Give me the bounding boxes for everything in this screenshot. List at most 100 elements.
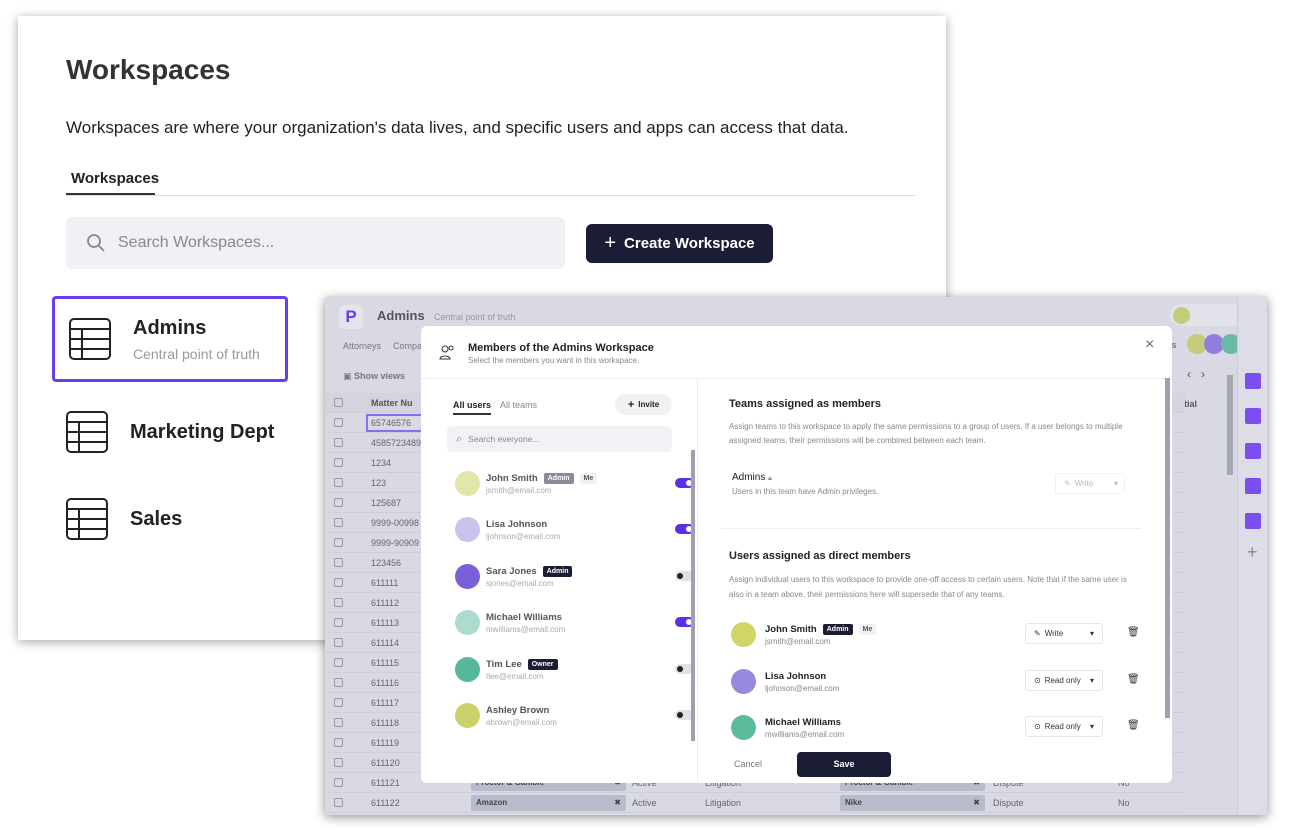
matter-number-cell[interactable]: 123456 <box>366 554 428 572</box>
nav-companies[interactable]: Compa <box>393 341 422 351</box>
document-icon[interactable] <box>1245 478 1261 494</box>
checkbox[interactable] <box>334 698 343 707</box>
checkbox[interactable] <box>334 558 343 567</box>
checkbox[interactable] <box>334 418 343 427</box>
create-workspace-button[interactable]: + Create Workspace <box>586 224 773 263</box>
avatar <box>1173 307 1190 324</box>
matter-number-cell[interactable]: 611117 <box>366 694 428 712</box>
checkbox[interactable] <box>334 598 343 607</box>
permission-dropdown[interactable]: ✎ Write ▾ <box>1025 623 1103 644</box>
matter-number-cell[interactable]: 611122 <box>366 794 428 812</box>
create-workspace-label: Create Workspace <box>624 235 755 252</box>
page-title: Workspaces <box>66 54 231 85</box>
checkbox[interactable] <box>334 738 343 747</box>
lock-icon: 🔒︎ <box>768 475 772 482</box>
permission-dropdown[interactable]: ⊙ Read only ▾ <box>1025 716 1103 737</box>
user-email: mwilliams@email.com <box>486 625 566 635</box>
matter-number-cell[interactable]: 611119 <box>366 734 428 752</box>
add-icon[interactable]: + <box>1247 542 1258 563</box>
pagination-arrows[interactable]: ‹ › <box>1187 367 1205 381</box>
team-permission-dropdown[interactable]: ✎ Write ▾ <box>1055 473 1125 494</box>
checkbox[interactable] <box>334 658 343 667</box>
dashboard-icon[interactable] <box>1245 408 1261 424</box>
search-placeholder: Search Workspaces... <box>118 234 275 251</box>
checkbox[interactable] <box>334 458 343 467</box>
user-email: abrown@email.com <box>486 718 557 727</box>
checkbox[interactable] <box>334 578 343 587</box>
avatar <box>731 668 756 694</box>
matter-number-cell[interactable]: 611111 <box>366 574 428 592</box>
page-description: Workspaces are where your organization's… <box>66 118 849 137</box>
remove-icon[interactable]: ✖ <box>614 798 621 807</box>
matter-number-cell[interactable]: 125687 <box>366 494 428 512</box>
app-workspace-name: Admins <box>377 308 425 323</box>
tab-all-teams[interactable]: All teams <box>500 400 537 410</box>
matter-number-cell[interactable]: 611114 <box>366 634 428 652</box>
presentation-icon[interactable] <box>1245 513 1261 529</box>
tab-workspaces[interactable]: Workspaces <box>71 170 159 187</box>
team-name: Admins <box>732 472 766 483</box>
matter-number-cell[interactable]: 611115 <box>366 654 428 672</box>
matter-number-cell[interactable]: 611112 <box>366 594 428 612</box>
workspace-item-sales[interactable]: Sales <box>52 476 288 562</box>
checkbox[interactable] <box>334 478 343 487</box>
workspace-name: Sales <box>130 507 183 530</box>
checkbox[interactable] <box>334 718 343 727</box>
pencil-icon: ✎ <box>1034 629 1041 638</box>
user-email: sjones@email.com <box>486 578 554 588</box>
cancel-button[interactable]: Cancel <box>734 759 762 769</box>
save-button[interactable]: Save <box>797 752 891 777</box>
table-scrollbar[interactable] <box>1227 375 1233 475</box>
matter-number-cell[interactable]: 611113 <box>366 614 428 632</box>
panel-divider <box>697 378 698 783</box>
show-views-button[interactable]: ▣ Show views <box>343 371 405 382</box>
chip-icon[interactable] <box>1245 443 1261 459</box>
checkbox[interactable] <box>334 778 343 787</box>
trash-icon[interactable]: 🗑︎ <box>1127 720 1140 731</box>
matter-number-cell[interactable]: 9999-90909 <box>366 534 428 552</box>
eye-icon: ⊙ <box>1034 675 1041 685</box>
right-scrollbar[interactable] <box>1165 378 1170 718</box>
permission-label: Read only <box>1044 722 1081 731</box>
close-icon[interactable]: × <box>1145 336 1154 354</box>
workspace-item-marketing[interactable]: Marketing Dept <box>52 389 288 475</box>
matter-number-cell[interactable]: 65746576 <box>366 414 428 432</box>
checkbox[interactable] <box>334 538 343 547</box>
checkbox[interactable] <box>334 618 343 627</box>
matter-number-cell[interactable]: 611121 <box>366 774 428 792</box>
workspace-item-admins[interactable]: Admins Central point of truth <box>52 296 288 382</box>
permission-dropdown[interactable]: ⊙ Read only ▾ <box>1025 669 1103 691</box>
search-everyone-input[interactable]: ⌕ Search everyone... <box>447 426 672 452</box>
search-workspaces-input[interactable]: Search Workspaces... <box>66 217 565 269</box>
checkbox[interactable] <box>334 758 343 767</box>
trash-icon[interactable]: 🗑︎ <box>1127 627 1140 638</box>
checkbox[interactable] <box>334 518 343 527</box>
matter-number-cell[interactable]: 611116 <box>366 674 428 692</box>
invite-button[interactable]: + Invite <box>615 394 672 415</box>
checkbox[interactable] <box>334 438 343 447</box>
matter-number-cell[interactable]: 123 <box>366 474 428 492</box>
table-row[interactable]: 611122 Amazon ✖ Active Litigation Nike ✖ Di… <box>325 793 1185 813</box>
matter-number-cell[interactable]: 4585723489 <box>366 434 428 452</box>
matter-number-cell[interactable]: 9999-00998 <box>366 514 428 532</box>
confidential-cell: No <box>1118 798 1130 808</box>
checkbox[interactable] <box>334 638 343 647</box>
checkbox[interactable] <box>334 498 343 507</box>
company-chip[interactable]: Amazon ✖ <box>471 795 626 811</box>
tab-all-users[interactable]: All users <box>453 400 492 415</box>
remove-icon[interactable]: ✖ <box>973 798 980 807</box>
column-header-matter: Matter Nu <box>371 398 413 408</box>
checkbox[interactable] <box>334 398 343 407</box>
list-scrollbar[interactable] <box>691 450 695 741</box>
me-badge: Me <box>858 624 877 635</box>
matter-number-cell[interactable]: 611120 <box>366 754 428 772</box>
matter-number-cell[interactable]: 1234 <box>366 454 428 472</box>
layout-icon[interactable] <box>1245 373 1261 389</box>
checkbox[interactable] <box>334 678 343 687</box>
checkbox[interactable] <box>334 798 343 807</box>
nav-attorneys[interactable]: Attorneys <box>343 341 381 351</box>
trash-icon[interactable]: 🗑︎ <box>1127 674 1140 685</box>
matter-number-cell[interactable]: 611118 <box>366 714 428 732</box>
party-chip[interactable]: Nike ✖ <box>840 795 985 811</box>
avatar <box>455 471 480 496</box>
